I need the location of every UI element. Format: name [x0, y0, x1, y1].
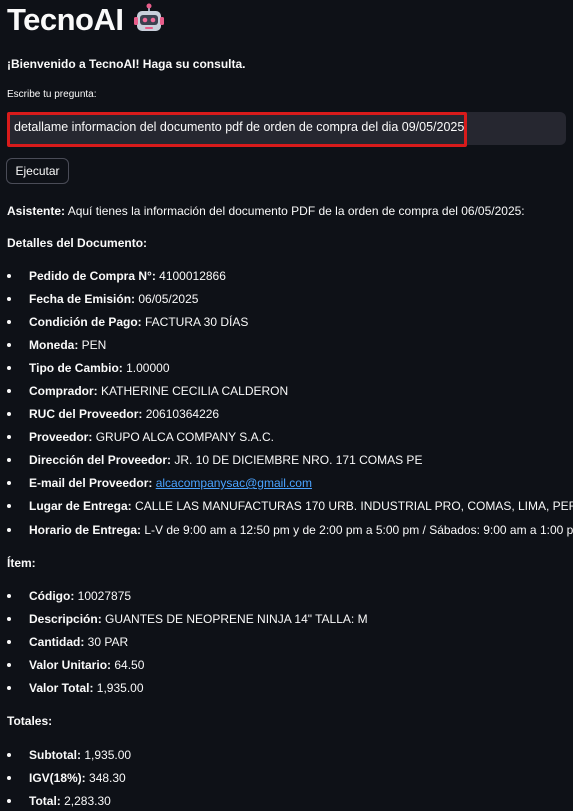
app-title: TecnoAI [7, 2, 124, 37]
bullet [7, 366, 11, 370]
question-input[interactable]: detallame informacion del documento pdf … [7, 112, 566, 147]
field-value: GRUPO ALCA COMPANY S.A.C. [92, 430, 274, 444]
bullet [7, 686, 11, 690]
field-value: 1,935.00 [81, 748, 132, 762]
field-label: IGV(18%): [29, 771, 86, 785]
field-label: E-mail del Proveedor: [29, 476, 153, 490]
field-label: Cantidad: [29, 635, 85, 649]
bullet [7, 617, 11, 621]
bullet [7, 528, 11, 532]
bullet [7, 297, 11, 301]
assistant-label: Asistente: [7, 204, 66, 218]
field-value: JR. 10 DE DICIEMBRE NRO. 171 COMAS PE [171, 453, 423, 467]
bullet [7, 594, 11, 598]
totals-heading: Totales: [7, 714, 53, 728]
field-label: Horario de Entrega: [29, 523, 142, 537]
field-label: Dirección del Proveedor: [29, 453, 172, 467]
field-value: GUANTES DE NEOPRENE NINJA 14" TALLA: M [101, 612, 368, 626]
field-value: 10027875 [74, 589, 132, 603]
item-heading: Ítem: [7, 556, 36, 570]
bullet [7, 663, 11, 667]
field-value: PEN [78, 338, 107, 352]
email-link[interactable]: alcacompanysac@gmail.com [156, 476, 312, 490]
field-value: 4100012866 [155, 269, 226, 283]
field-label: Tipo de Cambio: [29, 361, 123, 375]
field-label: Descripción: [29, 612, 102, 626]
field-label: Total: [29, 794, 61, 808]
bullet [7, 389, 11, 393]
field-label: Valor Total: [29, 681, 94, 695]
field-value: 2,283.30 [60, 794, 111, 808]
field-value: 64.50 [111, 658, 145, 672]
field-value: 1,935.00 [93, 681, 144, 695]
welcome-text: ¡Bienvenido a TecnoAI! Haga su consulta. [7, 57, 246, 71]
assistant-intro-text: Aquí tienes la información del documento… [65, 204, 525, 218]
question-input-value[interactable]: detallame informacion del documento pdf … [14, 120, 464, 134]
field-label: Código: [29, 589, 75, 603]
field-value: L-V de 9:00 am a 12:50 pm y de 2:00 pm a… [141, 523, 573, 537]
bullet [7, 481, 11, 485]
field-label: Moneda: [29, 338, 79, 352]
bullet [7, 412, 11, 416]
bullet [7, 274, 11, 278]
bullet [7, 799, 11, 803]
field-label: Fecha de Emisión: [29, 292, 136, 306]
field-value: 20610364226 [142, 407, 220, 421]
bullet [7, 320, 11, 324]
robot-icon [133, 3, 164, 31]
assistant-intro: Asistente: Aquí tienes la información de… [7, 204, 525, 218]
bullet [7, 343, 11, 347]
bullet [7, 753, 11, 757]
field-label: Subtotal: [29, 748, 81, 762]
details-heading: Detalles del Documento: [7, 236, 148, 250]
field-value: FACTURA 30 DÍAS [141, 315, 249, 329]
bullet [7, 776, 11, 780]
field-value: 348.30 [85, 771, 126, 785]
bullet [7, 458, 11, 462]
field-value: 06/05/2025 [135, 292, 199, 306]
field-value: KATHERINE CECILIA CALDERON [97, 384, 289, 398]
field-label: RUC del Proveedor: [29, 407, 143, 421]
field-label: Proveedor: [29, 430, 93, 444]
field-label: Valor Unitario: [29, 658, 112, 672]
field-label: Comprador: [29, 384, 98, 398]
app-header: TecnoAI [7, 2, 166, 38]
field-label: Pedido de Compra N°: [29, 269, 156, 283]
bullet [7, 504, 11, 508]
bullet [7, 435, 11, 439]
field-value: 1.00000 [122, 361, 170, 375]
field-label: Condición de Pago: [29, 315, 142, 329]
bullet [7, 640, 11, 644]
question-label: Escribe tu pregunta: [7, 89, 97, 100]
field-value: 30 PAR [84, 635, 129, 649]
field-value: CALLE LAS MANUFACTURAS 170 URB. INDUSTRI… [131, 499, 573, 513]
field-label: Lugar de Entrega: [29, 499, 132, 513]
run-button[interactable]: Ejecutar [6, 158, 69, 184]
